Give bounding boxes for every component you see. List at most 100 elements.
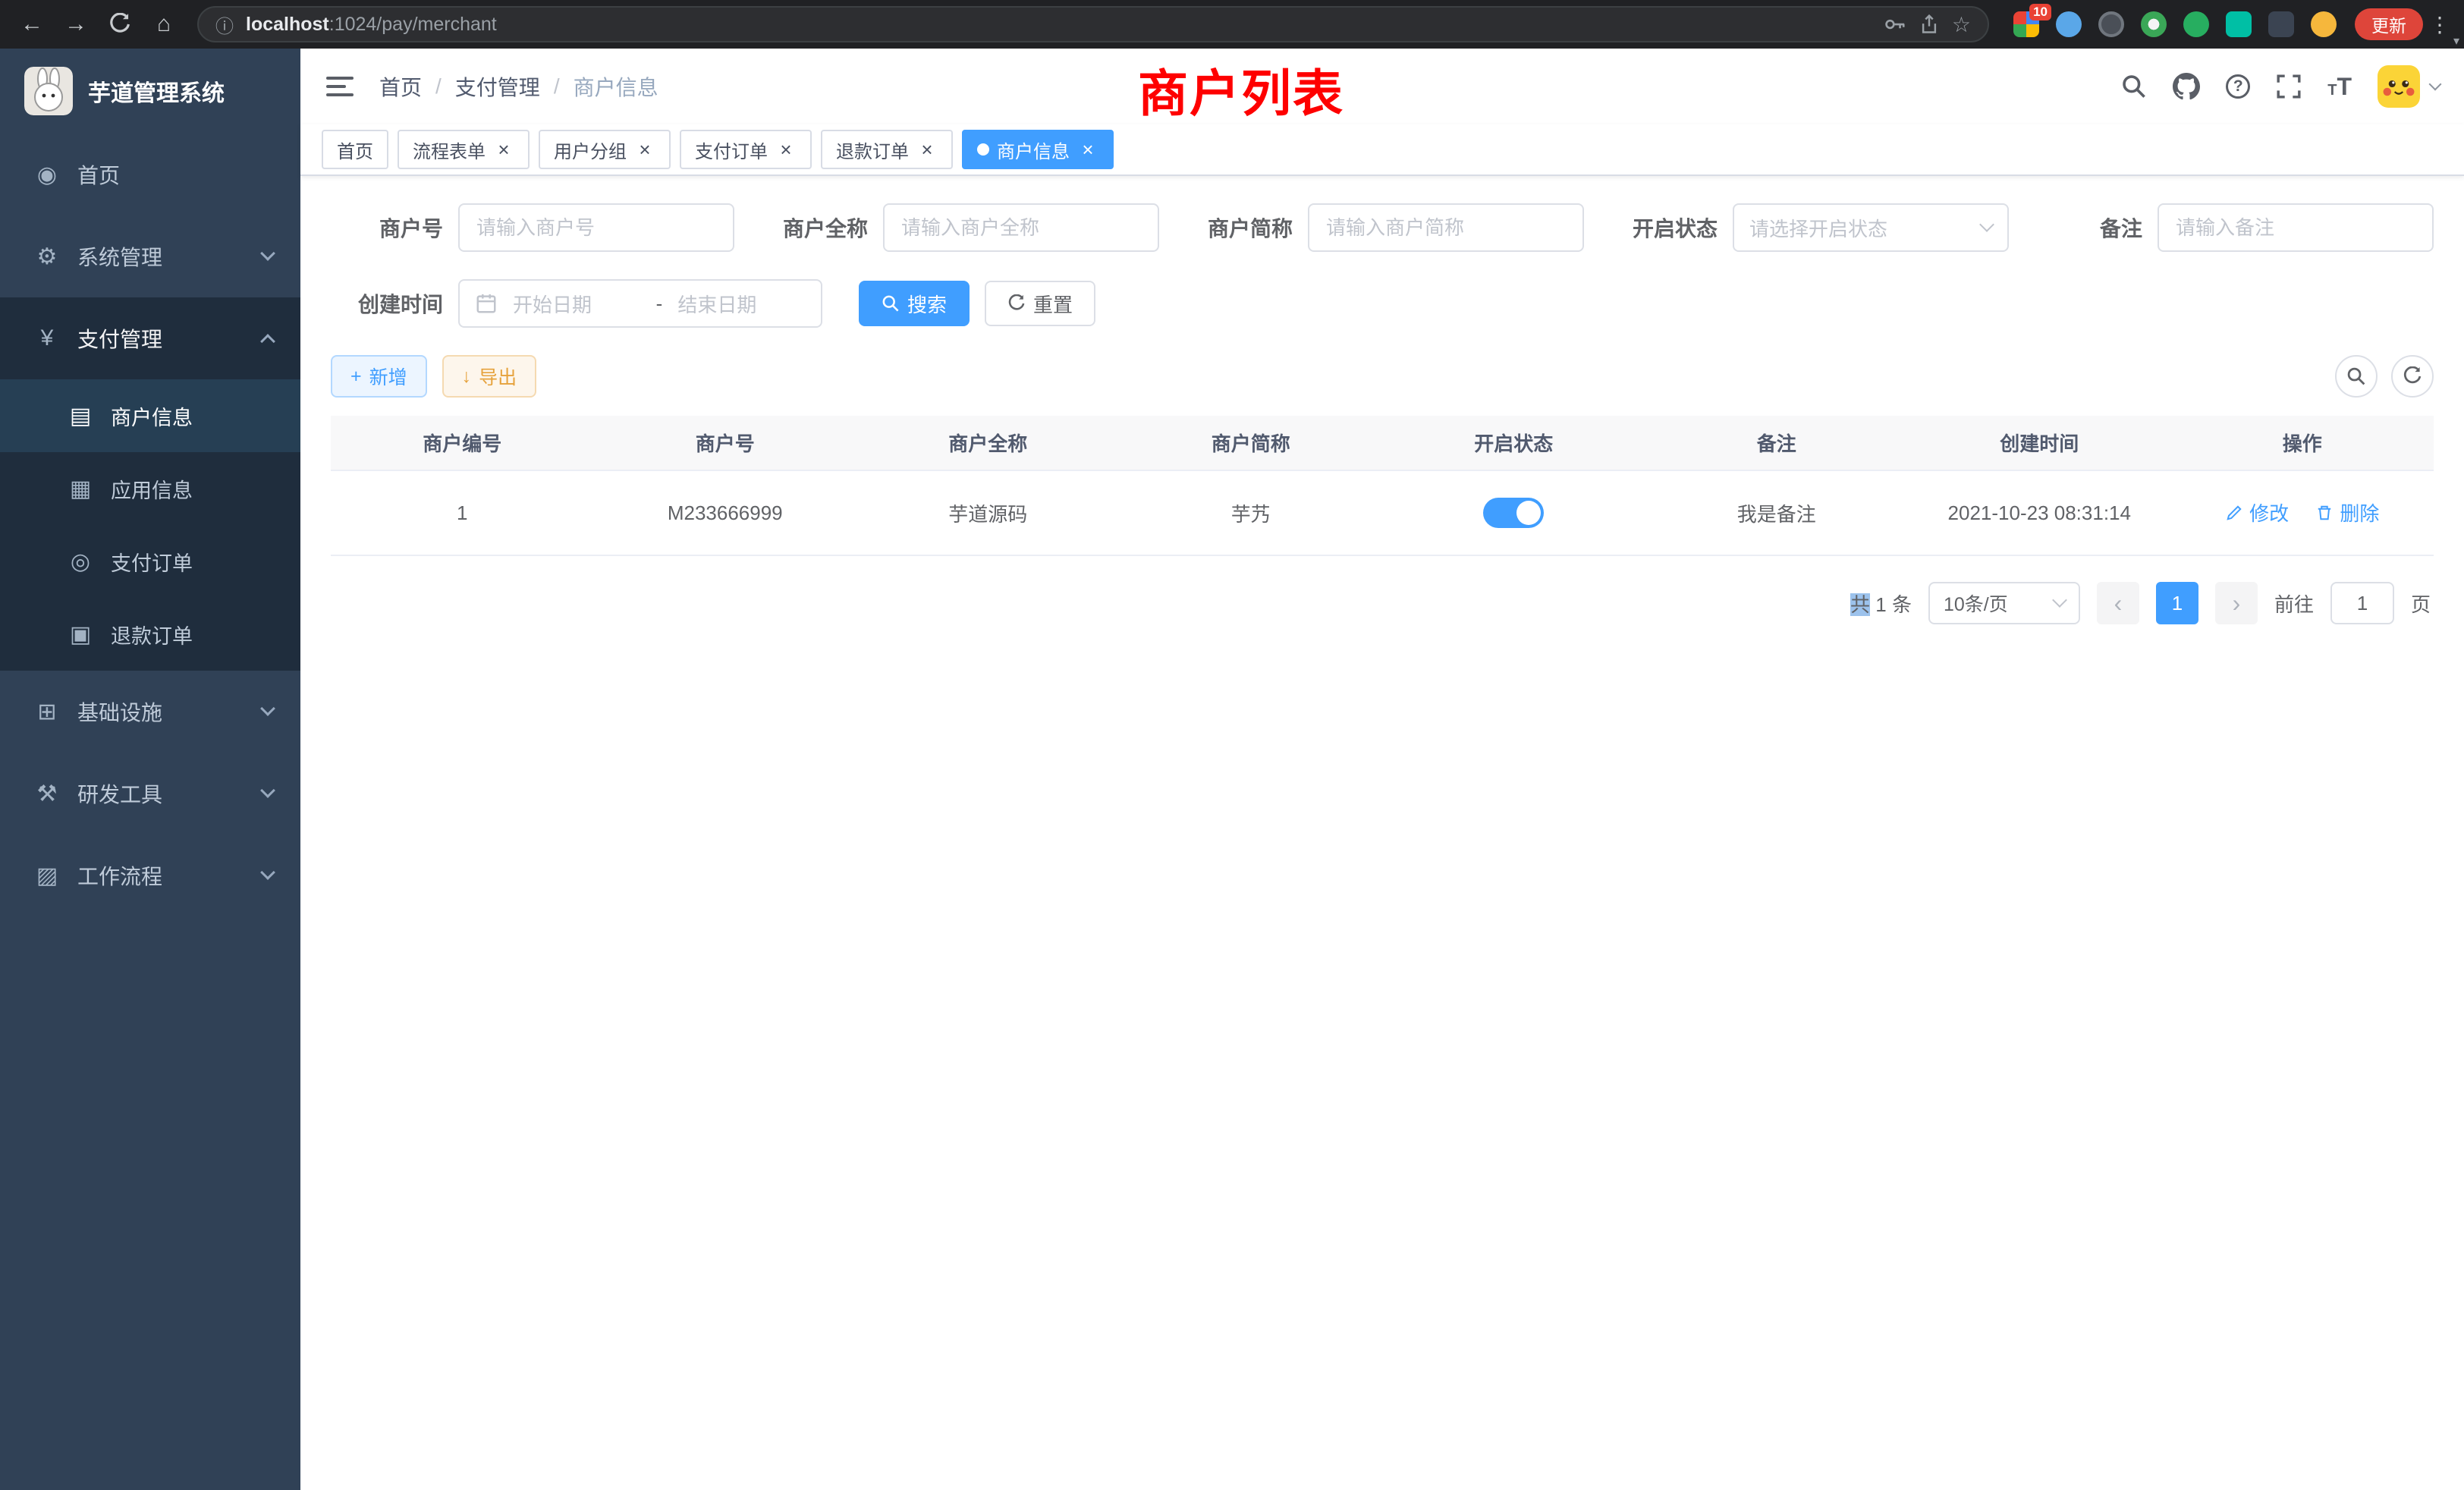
add-button[interactable]: + 新增 [331,355,427,398]
next-page-button[interactable]: › [2215,582,2258,624]
delete-link[interactable]: 删除 [2315,498,2379,527]
cell-remark: 我是备注 [1645,470,1909,555]
browser-update-button[interactable]: 更新 [2355,8,2423,40]
yen-icon: ¥ [30,325,64,351]
cell-merchant-no: M233666999 [594,470,857,555]
sidebar-item-home[interactable]: ◉ 首页 [0,134,300,215]
export-button[interactable]: ↓ 导出 [442,355,537,398]
sidebar-item-label: 支付订单 [111,547,273,577]
sidebar-item-label: 商户信息 [111,401,273,431]
chevron-down-icon [260,246,275,261]
extension-icon-apps[interactable]: 10 [2013,11,2039,37]
extension-icon-orange[interactable] [2311,11,2337,37]
toggle-search-button[interactable] [2335,355,2378,398]
sidebar-item-label: 系统管理 [77,241,262,272]
status-toggle[interactable] [1483,498,1544,528]
sidebar-item-system[interactable]: ⚙ 系统管理 [0,215,300,297]
site-info-icon[interactable]: ⓘ [215,11,234,38]
tab-refund-order[interactable]: 退款订单× [821,130,953,169]
full-name-label: 商户全称 [756,212,868,243]
tab-process-form[interactable]: 流程表单× [398,130,530,169]
create-time-range-picker[interactable]: 开始日期 - 结束日期 [458,279,822,328]
font-size-icon[interactable]: TT [2327,73,2352,101]
fullscreen-icon[interactable] [2276,74,2302,99]
github-icon[interactable] [2173,73,2200,100]
table-header-row: 商户编号 商户号 商户全称 商户简称 开启状态 备注 创建时间 操作 [331,416,2434,470]
share-icon[interactable] [1919,14,1940,35]
extension-icon-avatar[interactable] [2141,11,2167,37]
main-area: 首页 / 支付管理 / 商户信息 商户列表 ? TT 首页 流程表单× [300,49,2464,1490]
tab-user-group[interactable]: 用户分组× [539,130,671,169]
address-bar[interactable]: ⓘ localhost:1024/pay/merchant ☆ [197,6,1989,42]
remark-input[interactable] [2158,203,2434,252]
status-select-placeholder: 请选择开启状态 [1749,214,1887,242]
back-icon[interactable]: ← [12,5,52,44]
tab-close-icon[interactable]: × [775,139,797,160]
merchant-no-input[interactable] [458,203,734,252]
page-1-button[interactable]: 1 [2156,582,2198,624]
sidebar-item-devtools[interactable]: ⚒ 研发工具 [0,753,300,835]
breadcrumb-separator: / [435,74,442,99]
app-logo[interactable]: 芋道管理系统 [0,49,300,134]
calendar-icon [475,292,498,315]
reset-button[interactable]: 重置 [985,281,1095,326]
user-avatar[interactable] [2378,65,2440,108]
forward-icon[interactable]: → [56,5,96,44]
create-time-field: 创建时间 开始日期 - 结束日期 [331,279,822,328]
sidebar-item-payment[interactable]: ¥ 支付管理 [0,297,300,379]
prev-page-button[interactable]: ‹ [2097,582,2139,624]
sidebar-menu: ◉ 首页 ⚙ 系统管理 ¥ 支付管理 ▤ 商户信息 [0,134,300,916]
tab-close-icon[interactable]: × [916,139,938,160]
tab-close-icon[interactable]: × [1077,139,1098,160]
edit-link[interactable]: 修改 [2225,498,2289,527]
column-header: 备注 [1645,416,1909,470]
extension-icon-blue[interactable] [2056,11,2082,37]
sidebar-item-label: 支付管理 [77,323,262,354]
toolbar-caret-icon[interactable]: ▾ [2453,33,2459,49]
short-name-input[interactable] [1308,203,1584,252]
extension-icon-dark[interactable] [2098,11,2124,37]
hamburger-icon[interactable] [325,71,355,102]
extension-icon-green[interactable] [2183,11,2209,37]
reload-icon[interactable] [100,5,140,44]
column-header: 商户全称 [856,416,1120,470]
help-icon[interactable]: ? [2226,74,2250,99]
document-icon: ▣ [64,621,97,648]
font-size-small: T [2327,82,2337,99]
sidebar-item-infrastructure[interactable]: ⊞ 基础设施 [0,671,300,753]
tab-pay-order[interactable]: 支付订单× [680,130,812,169]
status-label: 开启状态 [1605,212,1718,243]
status-select[interactable]: 请选择开启状态 [1733,203,2009,252]
tab-merchant-info[interactable]: 商户信息 × [962,130,1114,169]
sidebar-item-app-info[interactable]: ▦ 应用信息 [0,452,300,525]
sidebar-item-pay-order[interactable]: ◎ 支付订单 [0,525,300,598]
full-name-input[interactable] [883,203,1159,252]
home-icon[interactable]: ⌂ [144,5,184,44]
extension-icon-pin[interactable] [2268,11,2294,37]
sidebar-item-label: 工作流程 [77,860,262,891]
tab-close-icon[interactable]: × [493,139,514,160]
browser-menu-icon[interactable]: ⋮ [2428,12,2452,37]
search-icon[interactable] [2121,74,2147,99]
sidebar-item-merchant-info[interactable]: ▤ 商户信息 [0,379,300,452]
extension-badge: 10 [2029,4,2051,20]
sidebar-item-refund-order[interactable]: ▣ 退款订单 [0,598,300,671]
target-icon: ◎ [64,549,97,575]
refresh-table-button[interactable] [2391,355,2434,398]
tab-close-icon[interactable]: × [634,139,655,160]
breadcrumb-home[interactable]: 首页 [379,71,422,102]
page-size-select[interactable]: 10条/页 [1928,582,2080,624]
selection-highlight: 共 [1850,593,1870,616]
extension-icon-square[interactable] [2226,11,2252,37]
chevron-down-icon [260,865,275,880]
search-button[interactable]: 搜索 [859,281,970,326]
breadcrumb-payment[interactable]: 支付管理 [455,71,540,102]
sidebar-item-workflow[interactable]: ▨ 工作流程 [0,835,300,916]
goto-page-input[interactable] [2330,582,2394,624]
export-button-label: 导出 [479,363,517,390]
tab-label: 商户信息 [997,137,1070,163]
bookmark-star-icon[interactable]: ☆ [1952,12,1971,37]
cell-short-name: 芋艿 [1120,470,1383,555]
key-icon[interactable] [1884,13,1906,36]
tab-home[interactable]: 首页 [322,130,388,169]
